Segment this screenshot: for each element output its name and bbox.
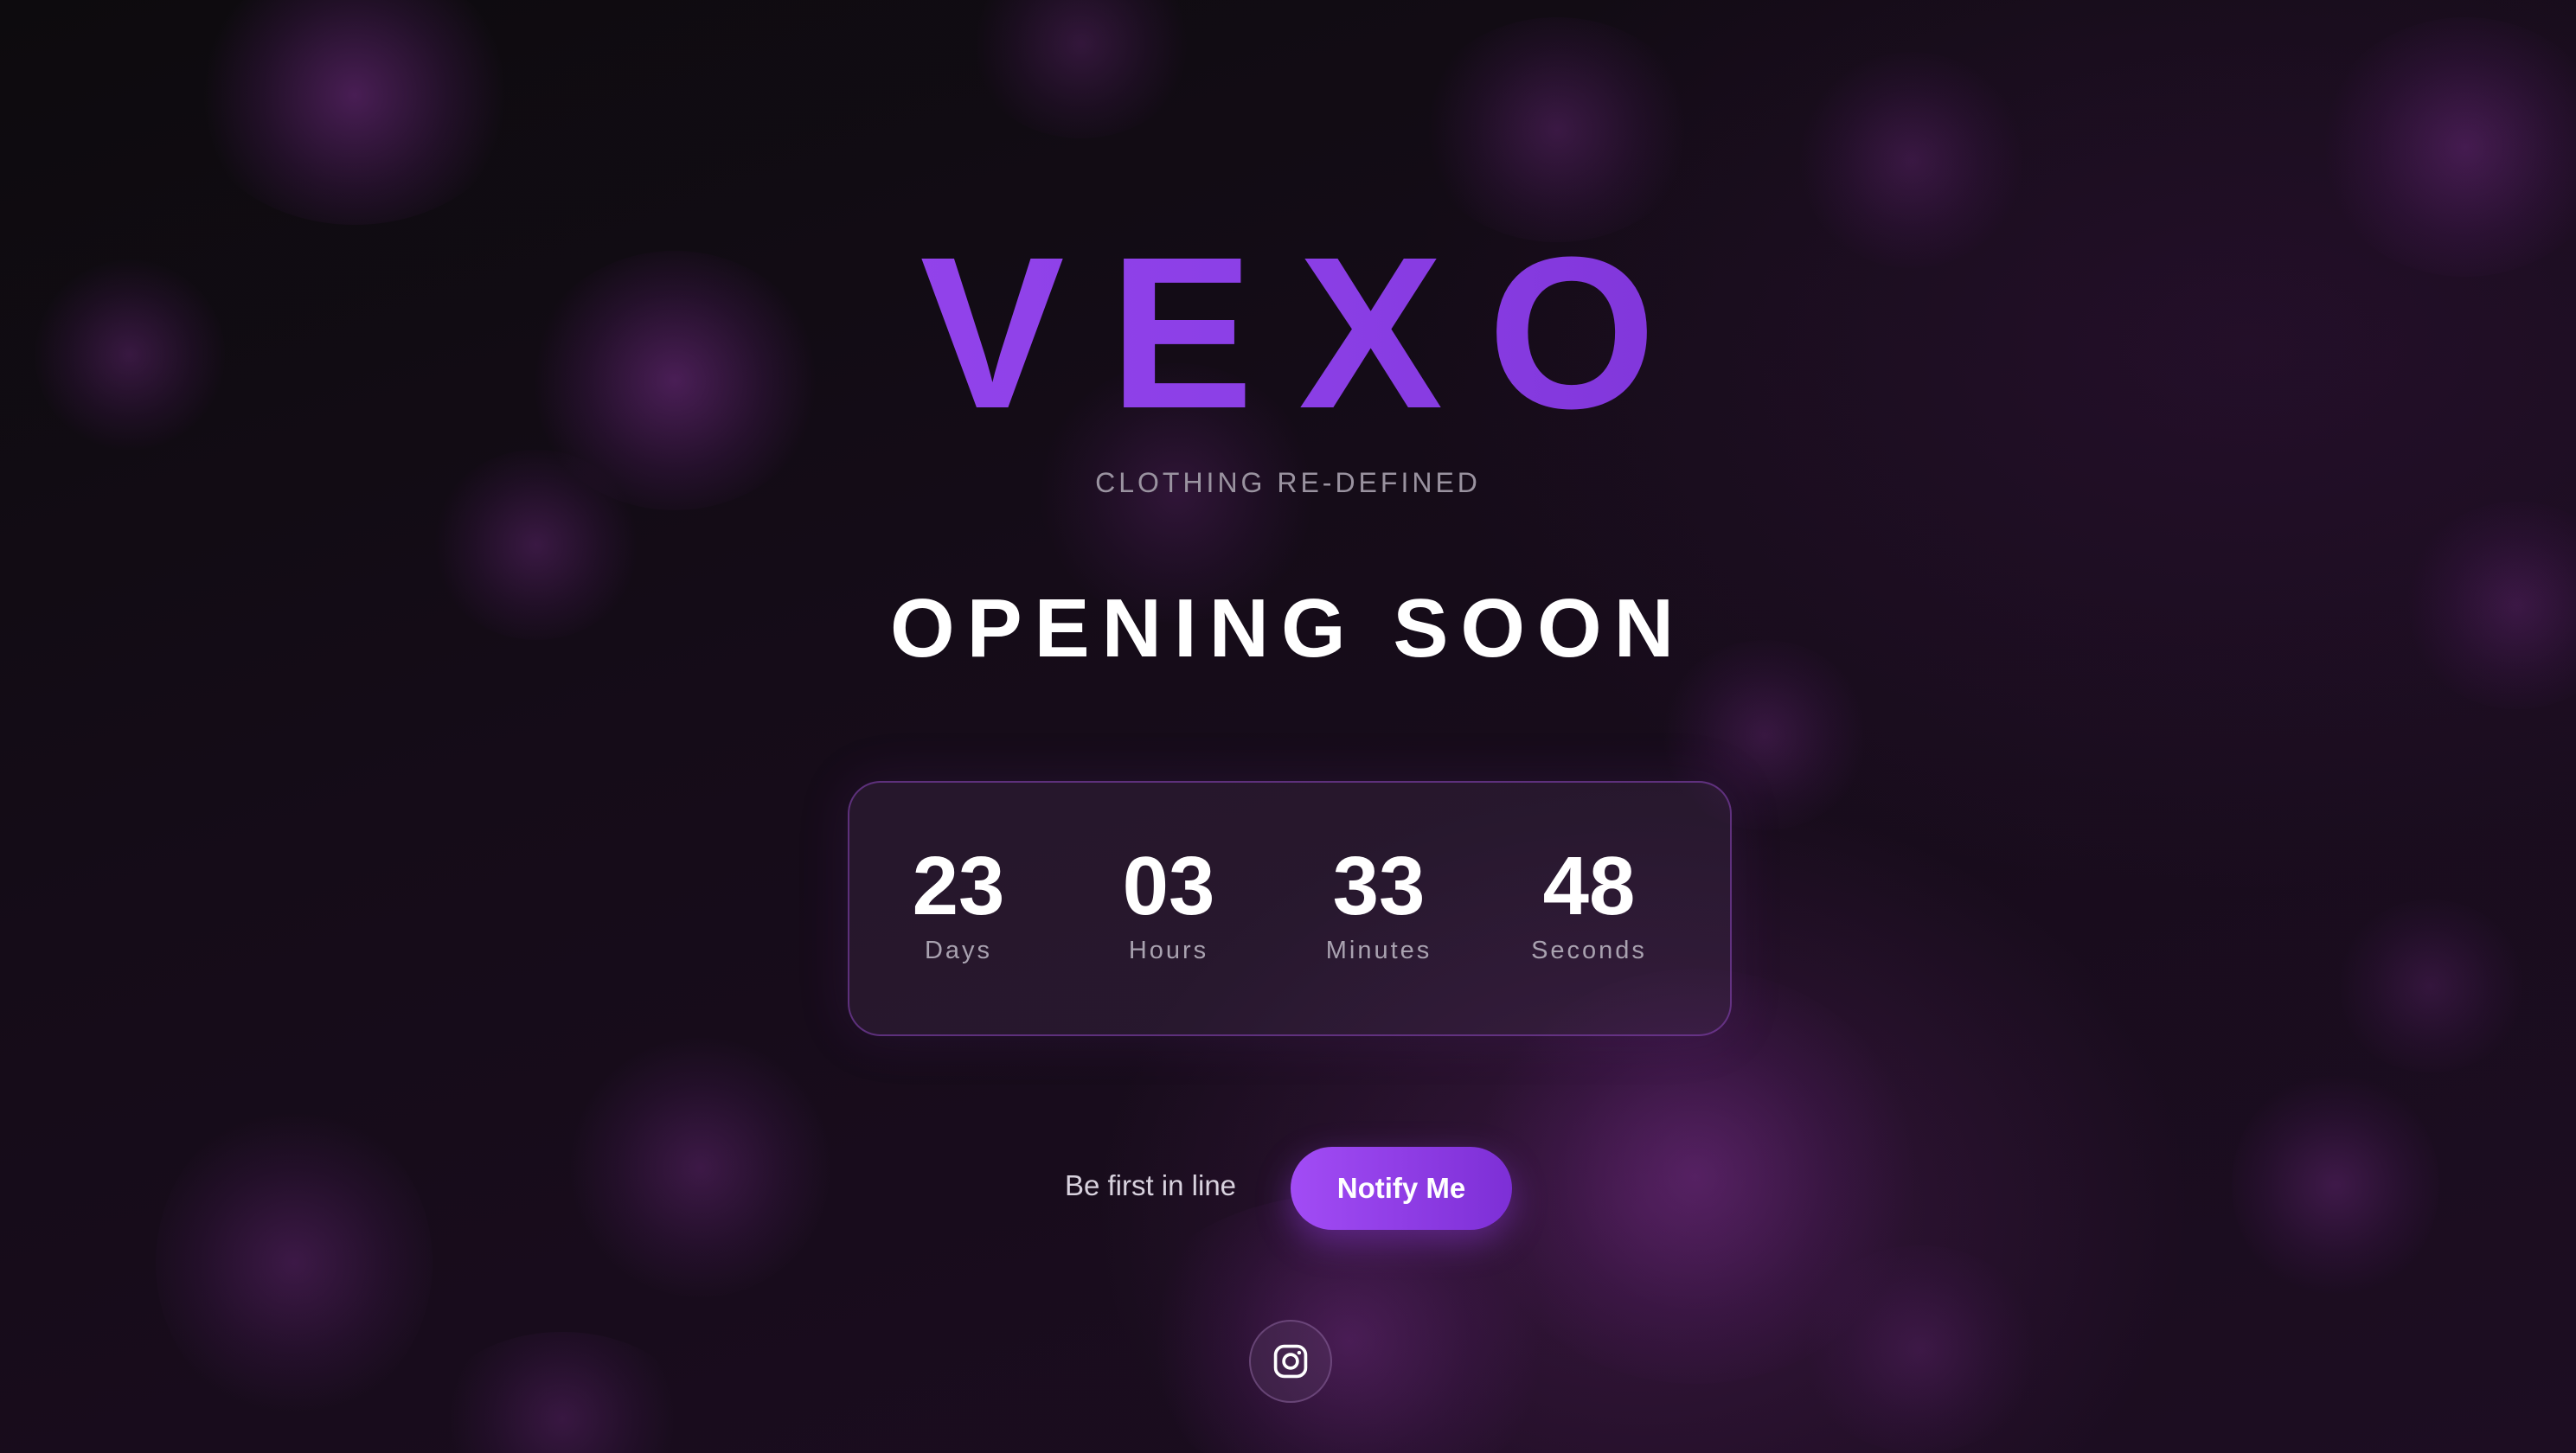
hours-value: 03 [1122, 840, 1215, 932]
cta-text: Be first in line [1064, 1169, 1237, 1201]
minutes-label: Minutes [1325, 937, 1432, 964]
instagram-link[interactable] [1249, 1320, 1332, 1403]
brand-logo: VEXO [0, 225, 2576, 441]
countdown-minutes: 33 Minutes [1292, 843, 1465, 965]
minutes-value: 33 [1332, 840, 1426, 932]
days-value: 23 [912, 840, 1005, 932]
coming-soon-page: VEXO CLOTHING RE-DEFINED OPENING SOON 23… [0, 0, 2576, 1453]
page-title: OPENING SOON [889, 582, 1687, 675]
seconds-value: 48 [1542, 840, 1636, 932]
seconds-label: Seconds [1531, 937, 1647, 964]
instagram-icon [1273, 1344, 1308, 1379]
hours-label: Hours [1128, 937, 1209, 964]
countdown-hours: 03 Hours [1082, 843, 1255, 965]
countdown-days: 23 Days [872, 843, 1045, 965]
notify-me-button[interactable]: Notify Me [1291, 1147, 1512, 1230]
countdown-timer: 23 Days 03 Hours 33 Minutes 48 Seconds [848, 781, 1732, 1036]
brand-tagline: CLOTHING RE-DEFINED [1095, 467, 1481, 498]
days-label: Days [924, 937, 993, 964]
countdown-seconds: 48 Seconds [1503, 843, 1676, 965]
